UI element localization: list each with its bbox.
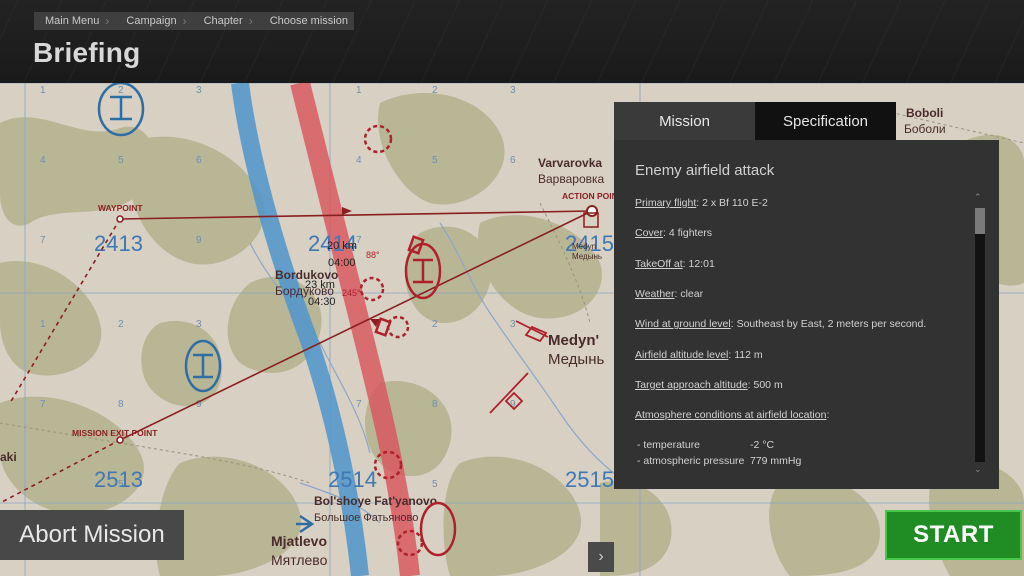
grid-label-2515: 2515 bbox=[565, 467, 614, 492]
svg-text:2: 2 bbox=[432, 319, 438, 330]
grid-label-2413: 2413 bbox=[94, 231, 143, 256]
town-varvarovka: Varvarovka bbox=[538, 156, 602, 170]
mission-exit-label: MISSION EXIT POINT bbox=[72, 428, 158, 438]
breadcrumb-campaign[interactable]: Campaign › bbox=[115, 12, 193, 30]
scrollbar[interactable] bbox=[975, 208, 985, 462]
town-bordukovo: Bordukovo bbox=[275, 268, 338, 282]
town-medyn-cyrillic: Медынь bbox=[548, 351, 604, 368]
action-point-marker[interactable] bbox=[586, 205, 598, 217]
svg-text:4: 4 bbox=[356, 155, 362, 166]
town-bolshoye: Bol'shoye Fat'yanovo bbox=[314, 494, 437, 508]
enemy-aa-icon bbox=[359, 276, 385, 302]
svg-text:5: 5 bbox=[432, 479, 438, 490]
town-bolshoye-cyrillic: Большое Фатьяново bbox=[314, 512, 418, 524]
page-title: Briefing bbox=[33, 37, 141, 68]
waypoint-label: WAYPOINT bbox=[98, 203, 143, 213]
enemy-aa-icon bbox=[386, 315, 410, 339]
map-next-button[interactable]: › bbox=[588, 542, 614, 572]
row-primary-flight: Primary flight: 2 x Bf 110 E-2 bbox=[635, 197, 768, 209]
town-varvarovka-cyrillic: Варваровка bbox=[538, 172, 605, 186]
chevron-right-icon: › bbox=[105, 14, 110, 28]
tab-mission[interactable]: Mission bbox=[614, 102, 755, 140]
svg-text:7: 7 bbox=[40, 399, 46, 410]
svg-text:8: 8 bbox=[118, 399, 124, 410]
top-bar: Main Menu › Campaign › Chapter › Choose mis… bbox=[0, 0, 1024, 83]
scroll-down-icon[interactable]: ⌄ bbox=[974, 464, 982, 475]
leg1-distance: 20 km bbox=[327, 240, 357, 252]
row-weather: Weather: clear bbox=[635, 288, 704, 300]
chevron-right-icon: › bbox=[598, 548, 604, 565]
svg-text:9: 9 bbox=[196, 235, 202, 246]
svg-text:3: 3 bbox=[510, 85, 516, 96]
row-cover: Cover: 4 fighters bbox=[635, 227, 713, 239]
grid-label-2513: 2513 bbox=[94, 467, 143, 492]
row-pressure: - atmospheric pressure 779 mmHg bbox=[637, 455, 802, 467]
town-medyn-small-cyrillic: Медынь bbox=[572, 252, 602, 261]
svg-text:1: 1 bbox=[40, 319, 46, 330]
tabs-spacer bbox=[896, 102, 999, 140]
town-medyn-small: Medyn bbox=[572, 242, 596, 251]
briefing-panel: Mission Specification Enemy airfield att… bbox=[614, 102, 999, 489]
svg-text:5: 5 bbox=[118, 155, 124, 166]
panel-tabs: Mission Specification bbox=[614, 102, 999, 140]
scroll-up-icon[interactable]: ⌃ bbox=[974, 192, 982, 203]
leg1-heading: 88° bbox=[366, 250, 380, 260]
chevron-right-icon: › bbox=[182, 14, 187, 28]
row-airfield-altitude: Airfield altitude level: 112 m bbox=[635, 349, 763, 361]
svg-text:7: 7 bbox=[356, 399, 362, 410]
grid-label-2514: 2514 bbox=[328, 467, 377, 492]
row-wind: Wind at ground level: Southeast by East,… bbox=[635, 318, 927, 330]
svg-text:2: 2 bbox=[432, 85, 438, 96]
svg-text:4: 4 bbox=[40, 155, 46, 166]
start-button[interactable]: START bbox=[885, 510, 1022, 560]
svg-text:7: 7 bbox=[40, 235, 46, 246]
breadcrumb-main-menu[interactable]: Main Menu › bbox=[34, 12, 116, 30]
svg-text:1: 1 bbox=[40, 85, 46, 96]
leg2-heading: 245° bbox=[342, 288, 361, 298]
breadcrumb-chapter[interactable]: Chapter › bbox=[192, 12, 259, 30]
svg-text:3: 3 bbox=[196, 85, 202, 96]
town-mjatlevo: Mjatlevo bbox=[271, 533, 327, 549]
row-approach-altitude: Target approach altitude: 500 m bbox=[635, 379, 783, 391]
row-temperature: - temperature -2 °C bbox=[637, 439, 775, 451]
waypoint-marker[interactable] bbox=[116, 215, 124, 223]
row-atmosphere: Atmosphere conditions at airfield locati… bbox=[635, 409, 830, 421]
scrollbar-thumb[interactable] bbox=[975, 208, 985, 234]
svg-text:3: 3 bbox=[510, 319, 516, 330]
svg-text:2: 2 bbox=[118, 319, 124, 330]
enemy-movement-arrows bbox=[489, 320, 549, 414]
svg-text:6: 6 bbox=[196, 155, 202, 166]
mission-details: Enemy airfield attack Primary flight: 2 … bbox=[614, 140, 999, 489]
breadcrumb: Main Menu › Campaign › Chapter › Choose mis… bbox=[34, 12, 354, 30]
svg-text:8: 8 bbox=[432, 399, 438, 410]
town-mjatlevo-cyrillic: Мятлево bbox=[271, 552, 328, 568]
breadcrumb-choose-mission[interactable]: Choose mission bbox=[258, 12, 354, 30]
mission-title: Enemy airfield attack bbox=[635, 162, 775, 179]
svg-text:2: 2 bbox=[118, 85, 124, 96]
row-takeoff: TakeOff at: 12:01 bbox=[635, 258, 715, 270]
town-bordukovo-cyrillic: Бордуково bbox=[275, 284, 334, 298]
town-aki: aki bbox=[0, 450, 17, 464]
svg-text:3: 3 bbox=[196, 319, 202, 330]
town-medyn: Medyn' bbox=[548, 332, 599, 349]
svg-text:6: 6 bbox=[510, 155, 516, 166]
svg-text:5: 5 bbox=[432, 155, 438, 166]
abort-mission-button[interactable]: Abort Mission bbox=[0, 510, 184, 560]
tab-specification[interactable]: Specification bbox=[755, 102, 896, 140]
chevron-right-icon: › bbox=[248, 14, 253, 28]
svg-text:1: 1 bbox=[356, 85, 362, 96]
